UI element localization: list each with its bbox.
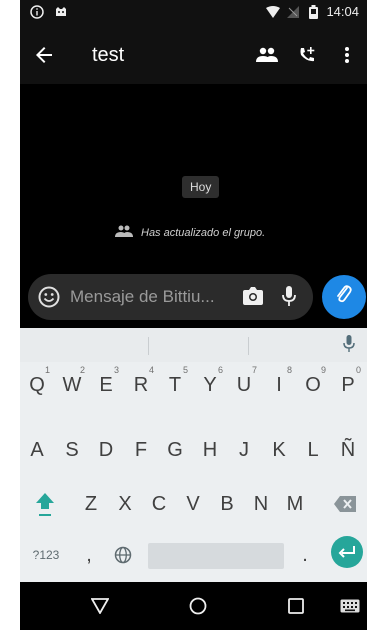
message-composer[interactable]: Mensaje de Bittiu... — [28, 274, 313, 320]
key-b[interactable]: B — [210, 483, 244, 525]
clock: 14:04 — [326, 4, 359, 19]
key-e[interactable]: E3 — [89, 364, 123, 406]
signal-icon — [286, 5, 300, 19]
shift-arrow-icon — [36, 493, 54, 516]
key-o[interactable]: O9 — [296, 364, 330, 406]
system-message-text: Has actualizado el grupo. — [141, 226, 266, 239]
system-message: Has actualizado el grupo. — [115, 225, 265, 240]
soft-keyboard: Q1 W2 E3 R4 T5 Y6 U7 I8 O9 P0 A S D F G … — [20, 328, 367, 582]
key-m[interactable]: M — [278, 483, 312, 525]
home-nav-icon[interactable] — [186, 594, 210, 618]
date-chip: Hoy — [182, 176, 220, 198]
key-j[interactable]: J — [227, 429, 261, 471]
key-d[interactable]: D — [89, 429, 123, 471]
info-icon — [30, 5, 44, 19]
key-n-tilde[interactable]: Ñ — [331, 429, 365, 471]
suggestion-bar — [20, 328, 367, 362]
attach-button[interactable] — [322, 275, 366, 319]
key-g[interactable]: G — [158, 429, 192, 471]
add-call-icon[interactable] — [287, 40, 327, 70]
app-notification-icon — [54, 5, 68, 19]
key-f[interactable]: F — [124, 429, 158, 471]
voice-mic-icon[interactable] — [282, 285, 296, 312]
key-c[interactable]: C — [142, 483, 176, 525]
group-members-icon[interactable] — [247, 40, 287, 70]
phone-screen: 14:04 test Hoy Has actualizado el grupo.… — [20, 0, 367, 630]
battery-icon — [306, 4, 320, 19]
key-r[interactable]: R4 — [124, 364, 158, 406]
key-l[interactable]: L — [296, 429, 330, 471]
key-z[interactable]: Z — [74, 483, 108, 525]
enter-arrow-icon — [338, 546, 355, 558]
camera-icon[interactable] — [242, 286, 264, 311]
key-x[interactable]: X — [108, 483, 142, 525]
key-t[interactable]: T5 — [158, 364, 192, 406]
spacebar[interactable] — [148, 543, 284, 569]
chat-area: Hoy Has actualizado el grupo. — [20, 84, 367, 274]
more-options-icon[interactable] — [327, 40, 367, 70]
key-p[interactable]: P0 — [331, 364, 365, 406]
symbols-key[interactable]: ?123 — [26, 534, 66, 576]
key-h[interactable]: H — [193, 429, 227, 471]
emoji-icon[interactable] — [38, 286, 60, 313]
key-n[interactable]: N — [244, 483, 278, 525]
key-y[interactable]: Y6 — [193, 364, 227, 406]
shift-key[interactable] — [30, 483, 60, 525]
keyboard-mic-icon[interactable] — [343, 335, 355, 358]
key-s[interactable]: S — [55, 429, 89, 471]
navigation-bar — [20, 582, 367, 630]
status-bar: 14:04 — [20, 0, 367, 26]
keyboard-switch-icon[interactable] — [338, 594, 362, 618]
wifi-icon — [266, 5, 281, 19]
divider — [248, 337, 249, 355]
back-arrow-icon[interactable] — [32, 43, 56, 67]
backspace-icon — [334, 496, 356, 512]
key-i[interactable]: I8 — [262, 364, 296, 406]
chat-title[interactable]: test — [92, 44, 124, 67]
key-k[interactable]: K — [262, 429, 296, 471]
comma-key[interactable]: , — [74, 534, 104, 576]
globe-icon — [114, 546, 132, 564]
back-nav-icon[interactable] — [88, 594, 112, 618]
message-input[interactable]: Mensaje de Bittiu... — [70, 287, 215, 307]
period-key[interactable]: . — [290, 534, 320, 576]
key-v[interactable]: V — [176, 483, 210, 525]
group-icon — [115, 225, 133, 240]
divider — [148, 337, 149, 355]
language-key[interactable] — [106, 534, 140, 576]
key-a[interactable]: A — [20, 429, 54, 471]
enter-key[interactable] — [331, 536, 363, 568]
app-bar: test — [20, 26, 367, 84]
key-u[interactable]: U7 — [227, 364, 261, 406]
key-q[interactable]: Q1 — [20, 364, 54, 406]
recents-nav-icon[interactable] — [284, 594, 308, 618]
key-w[interactable]: W2 — [55, 364, 89, 406]
paperclip-icon — [334, 283, 354, 312]
backspace-key[interactable] — [325, 483, 365, 525]
